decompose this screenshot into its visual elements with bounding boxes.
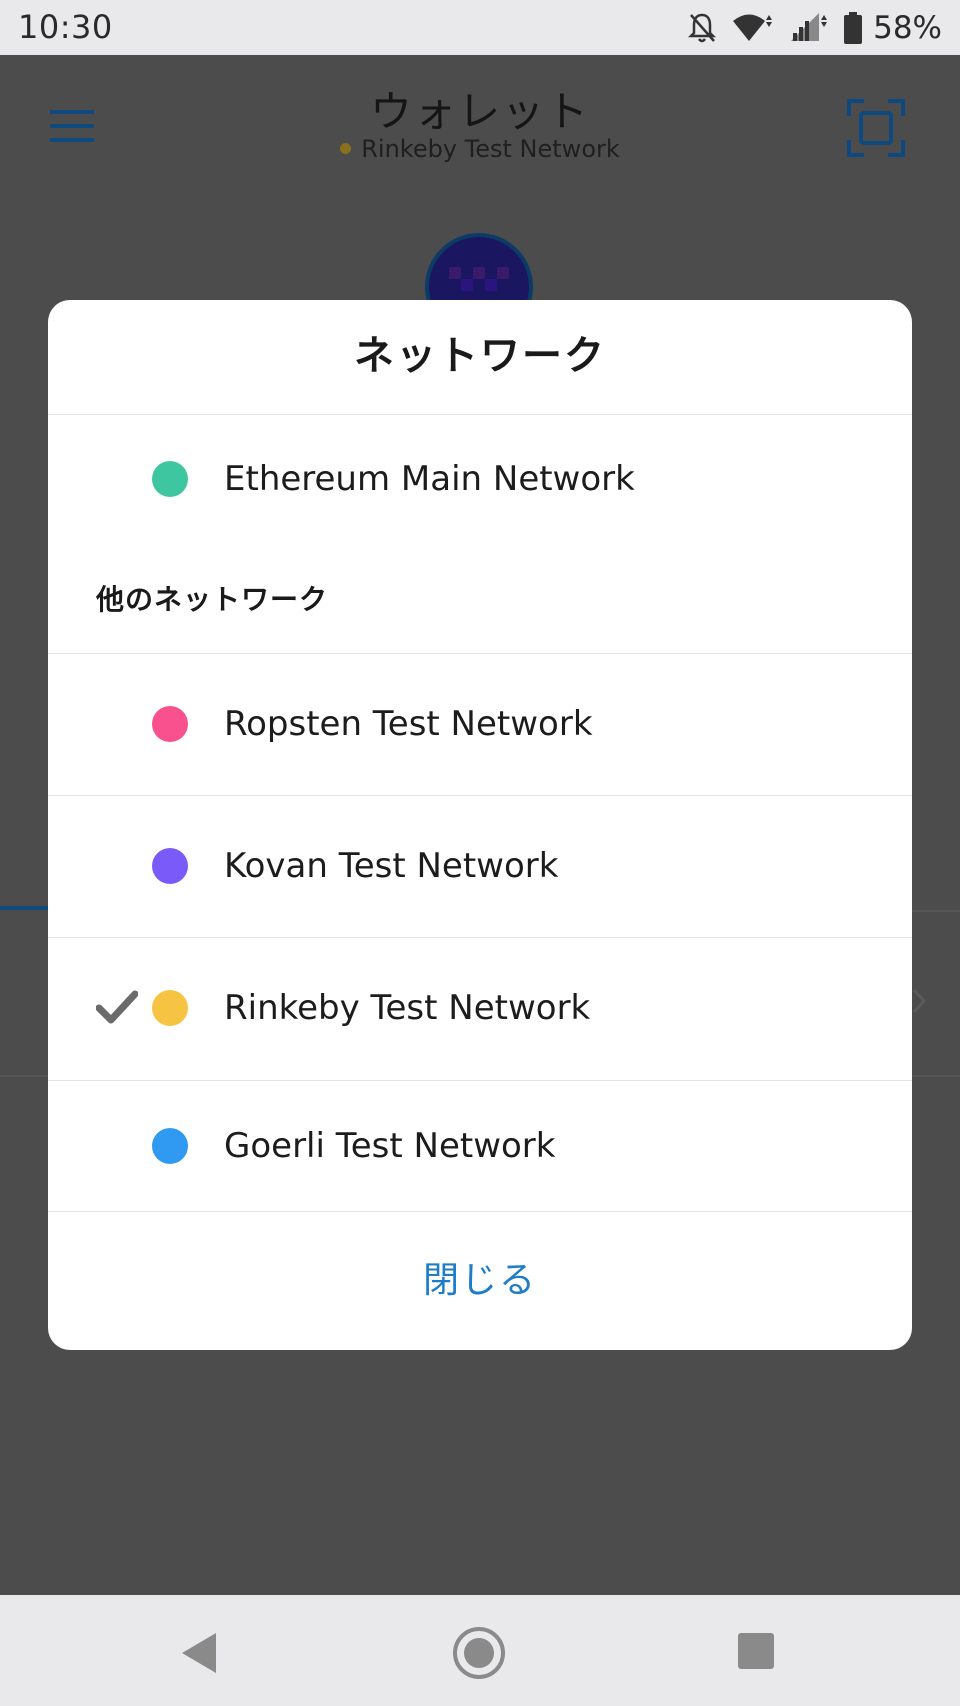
network-item-rinkeby[interactable]: Rinkeby Test Network (48, 938, 912, 1078)
recent-apps-icon[interactable] (738, 1633, 774, 1669)
close-button[interactable]: 閉じる (48, 1212, 912, 1350)
wifi-icon (733, 14, 773, 41)
background-tab-indicator (0, 906, 48, 910)
app-network-label: Rinkeby Test Network (361, 135, 620, 163)
network-color-dot (152, 706, 188, 742)
network-item-goerli[interactable]: Goerli Test Network (48, 1081, 912, 1211)
battery-icon (844, 12, 863, 44)
navigation-bar (0, 1595, 960, 1706)
chevron-right-icon (912, 988, 927, 1014)
checkmark-icon (96, 990, 138, 1024)
network-color-dot (152, 461, 188, 497)
modal-title: ネットワーク (354, 333, 606, 379)
network-item-label: Ethereum Main Network (224, 459, 635, 499)
status-bar: 10:30 58% (0, 0, 960, 55)
qr-scan-icon[interactable] (846, 98, 906, 158)
network-color-dot (152, 1128, 188, 1164)
network-item-label: Kovan Test Network (224, 846, 559, 886)
background-divider (0, 1075, 48, 1077)
signal-icon (791, 13, 828, 41)
network-item-label: Rinkeby Test Network (224, 988, 591, 1028)
back-icon[interactable] (180, 1631, 220, 1675)
status-icons: 58% (687, 8, 942, 48)
screen: 10:30 58% ウォレット Rinkeby Test Network ネット… (0, 0, 960, 1706)
app-title: ウォレット (369, 87, 590, 136)
network-selection-modal: ネットワーク Ethereum Main Network 他のネットワーク Ro… (48, 300, 912, 1350)
background-divider (910, 910, 960, 912)
app-network-indicator[interactable]: Rinkeby Test Network (0, 135, 960, 163)
section-label-other-networks: 他のネットワーク (96, 583, 329, 616)
notifications-off-icon (688, 13, 717, 43)
network-item-label: Ropsten Test Network (224, 704, 593, 744)
network-item-label: Goerli Test Network (224, 1126, 556, 1166)
background-divider (910, 1075, 960, 1077)
status-time: 10:30 (18, 8, 113, 46)
network-status-dot (340, 142, 352, 154)
network-color-dot (152, 990, 188, 1026)
network-item-ethereum-main[interactable]: Ethereum Main Network (48, 414, 912, 544)
network-color-dot (152, 848, 188, 884)
home-icon[interactable] (451, 1625, 507, 1681)
network-item-kovan[interactable]: Kovan Test Network (48, 796, 912, 936)
battery-percent: 58% (873, 10, 942, 46)
network-item-ropsten[interactable]: Ropsten Test Network (48, 654, 912, 794)
